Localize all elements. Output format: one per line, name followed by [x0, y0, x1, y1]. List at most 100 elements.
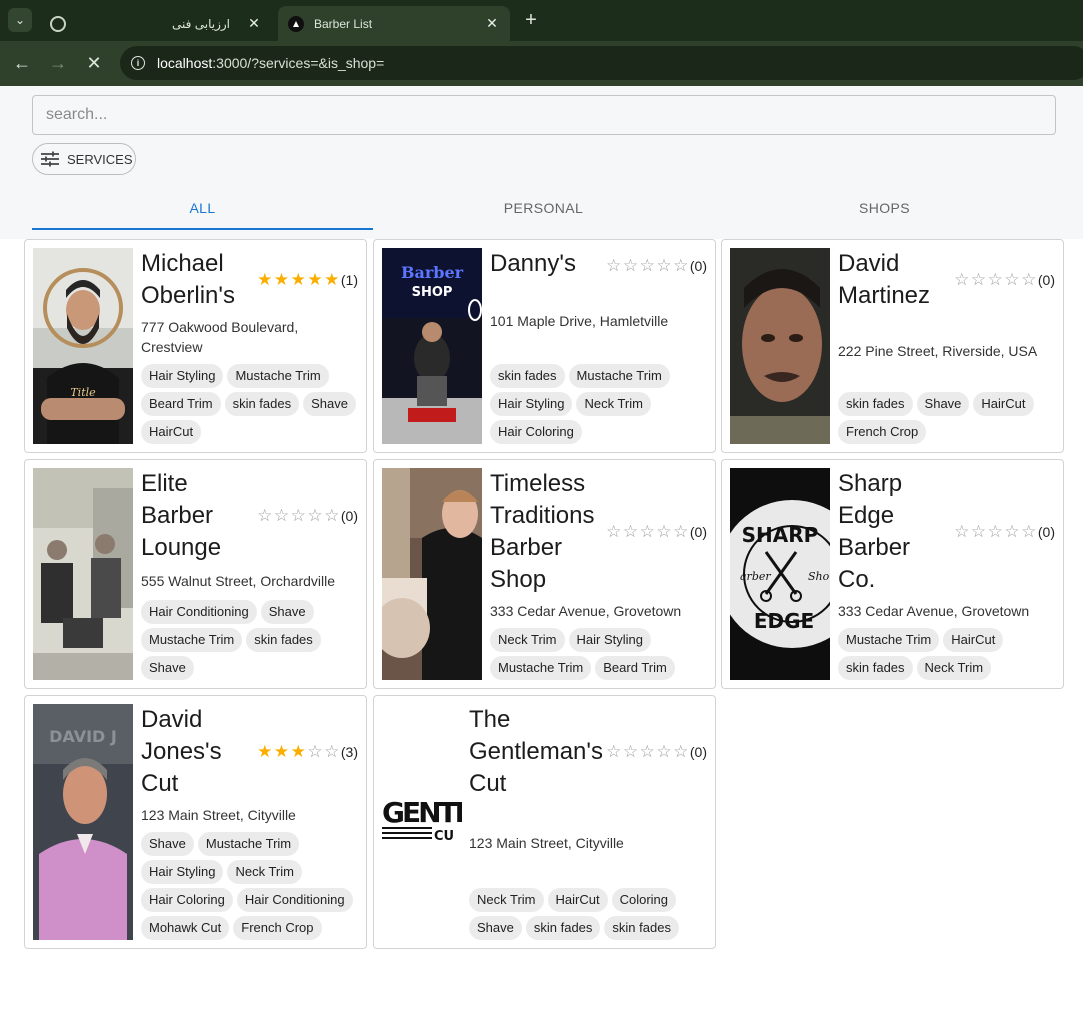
address-bar[interactable]: i localhost:3000/?services=&is_shop=: [120, 46, 1083, 80]
service-chip[interactable]: Hair Coloring: [141, 888, 233, 912]
barber-card[interactable]: Barber SHOP Danny's ☆ ☆ ☆ ☆ ☆ (0) 101 Maple D…: [373, 239, 716, 453]
service-chip[interactable]: Shave: [141, 832, 194, 856]
service-chip[interactable]: Shave: [260, 600, 314, 624]
star-empty-icon: ☆: [970, 522, 987, 541]
service-chip[interactable]: Mustache Trim: [141, 628, 243, 652]
service-chip[interactable]: Neck Trim: [227, 860, 302, 884]
close-icon[interactable]: ✕: [482, 15, 502, 32]
service-chip[interactable]: HairCut: [973, 392, 1034, 416]
service-chip[interactable]: Hair Styling: [568, 628, 651, 652]
service-chip[interactable]: Hair Styling: [141, 860, 224, 884]
tab-all[interactable]: ALL: [32, 190, 373, 232]
tab-search-chevron-icon[interactable]: ⌄: [8, 8, 32, 32]
services-filter-label: SERVICES: [67, 151, 133, 167]
service-chip[interactable]: skin fades: [224, 392, 300, 416]
barber-name[interactable]: Timeless Traditions Barber Shop: [490, 468, 600, 596]
barber-name[interactable]: David Martinez: [838, 248, 948, 312]
service-chip[interactable]: Hair Conditioning: [236, 888, 353, 912]
service-chip[interactable]: Mustache Trim: [197, 832, 300, 856]
service-chip[interactable]: Hair Coloring: [490, 420, 582, 444]
stop-loading-icon[interactable]: ✕: [82, 51, 106, 75]
site-info-icon[interactable]: i: [131, 56, 145, 70]
star-empty-icon: ☆: [1021, 270, 1037, 289]
browser-tab-inactive[interactable]: ارزیابی فنی ✕: [40, 6, 272, 41]
rating: ★ ★ ★ ☆ ☆ (3): [257, 743, 358, 760]
service-chip[interactable]: Mohawk Cut: [141, 916, 230, 940]
service-chip[interactable]: Beard Trim: [595, 656, 675, 680]
review-count: (0): [1037, 271, 1055, 288]
rating: ☆ ☆ ☆ ☆ ☆ (0): [606, 523, 707, 540]
search-input[interactable]: [32, 95, 1056, 135]
tab-title: Barber List: [314, 16, 373, 31]
barber-card[interactable]: DAVID J David Jones's Cut ★ ★ ★ ☆ ☆ (3) 123 M…: [24, 695, 367, 949]
star-empty-icon: ☆: [1004, 522, 1020, 541]
service-chip[interactable]: Shave: [141, 656, 194, 680]
star-empty-icon: ☆: [257, 506, 273, 525]
barber-card[interactable]: David Martinez ☆ ☆ ☆ ☆ ☆ (0) 222 Pine Street,…: [721, 239, 1064, 453]
service-chip[interactable]: Hair Styling: [490, 392, 573, 416]
service-chip[interactable]: Neck Trim: [469, 888, 544, 912]
service-chip[interactable]: Mustache Trim: [838, 628, 940, 652]
url-text[interactable]: localhost:3000/?services=&is_shop=: [157, 55, 384, 71]
barber-name[interactable]: The Gentleman's Cut: [469, 704, 604, 800]
browser-tab-active[interactable]: Barber List ✕: [278, 6, 510, 41]
service-chip[interactable]: Neck Trim: [916, 656, 992, 680]
service-chip[interactable]: Mustache Trim: [490, 656, 592, 680]
back-arrow-icon[interactable]: ←: [10, 51, 34, 75]
service-chip[interactable]: Shave: [469, 916, 522, 940]
service-chip[interactable]: French Crop: [233, 916, 322, 940]
new-tab-plus-icon[interactable]: +: [520, 9, 542, 31]
tab-personal[interactable]: PERSONAL: [373, 190, 714, 232]
service-chip[interactable]: Beard Trim: [141, 392, 221, 416]
barber-card[interactable]: Title Michael Oberlin's ★ ★ ★ ★ ★ (1) 777 Oak…: [24, 239, 367, 453]
barber-card[interactable]: GENTLEM CU The Gentleman's Cut ☆☆☆☆☆(0) …: [373, 695, 716, 949]
tab-shops[interactable]: SHOPS: [714, 190, 1055, 232]
barber-name[interactable]: Danny's: [490, 248, 600, 280]
service-chip[interactable]: French Crop: [838, 420, 927, 444]
barber-address: 222 Pine Street, Riverside, USA: [838, 343, 1038, 359]
service-chip[interactable]: skin fades: [490, 364, 565, 388]
service-chip[interactable]: Mustache Trim: [568, 364, 670, 388]
service-chip[interactable]: skin fades: [838, 656, 913, 680]
close-icon[interactable]: ✕: [244, 15, 264, 32]
service-chip[interactable]: HairCut: [943, 628, 1004, 652]
star-empty-icon: ☆: [987, 270, 1003, 289]
service-chip[interactable]: skin fades: [604, 916, 679, 940]
forward-arrow-icon[interactable]: →: [46, 51, 70, 75]
service-chip[interactable]: HairCut: [141, 420, 202, 444]
service-chip[interactable]: HairCut: [547, 888, 608, 912]
barber-card[interactable]: SHARP arber Sho EDGE Sharp Edge Barber C…: [721, 459, 1064, 689]
star-empty-icon: ☆: [1021, 522, 1037, 541]
star-empty-icon: ☆: [673, 742, 689, 761]
service-chip[interactable]: Neck Trim: [576, 392, 651, 416]
star-empty-icon: ☆: [954, 270, 970, 289]
service-chip[interactable]: Coloring: [611, 888, 676, 912]
barber-name[interactable]: Michael Oberlin's: [141, 248, 251, 312]
barber-address: 101 Maple Drive, Hamletville: [490, 313, 669, 329]
barber-name[interactable]: David Jones's Cut: [141, 704, 251, 800]
app-favicon-icon: [288, 15, 304, 32]
service-chip[interactable]: skin fades: [246, 628, 321, 652]
star-empty-icon: ☆: [639, 256, 655, 275]
review-count: (0): [1037, 523, 1055, 540]
service-chip[interactable]: Shave: [303, 392, 356, 416]
page-content: SERVICES ALL PERSONAL SHOPS Title Michae: [0, 86, 1083, 1033]
barber-name[interactable]: Elite Barber Lounge: [141, 468, 251, 564]
service-chips: Shave Mustache Trim Hair Styling Neck Trim H…: [141, 832, 363, 944]
star-filled-icon: ★: [273, 742, 290, 761]
service-chip[interactable]: Hair Conditioning: [141, 600, 257, 624]
star-empty-icon: ☆: [622, 256, 639, 275]
svg-text:Title: Title: [70, 386, 96, 399]
star-filled-icon: ★: [290, 270, 306, 289]
service-chip[interactable]: Shave: [916, 392, 970, 416]
barber-card[interactable]: Timeless Traditions Barber Shop ☆ ☆ ☆ ☆ ☆ (0)…: [373, 459, 716, 689]
service-chip[interactable]: Mustache Trim: [227, 364, 329, 388]
services-filter-button[interactable]: SERVICES: [32, 143, 136, 175]
service-chip[interactable]: skin fades: [838, 392, 913, 416]
service-chip[interactable]: skin fades: [525, 916, 601, 940]
star-empty-icon: ☆: [639, 522, 655, 541]
service-chip[interactable]: Neck Trim: [490, 628, 565, 652]
barber-card[interactable]: Elite Barber Lounge ☆ ☆ ☆ ☆ ☆ (0) 555 Walnut …: [24, 459, 367, 689]
service-chip[interactable]: Hair Styling: [141, 364, 224, 388]
barber-name[interactable]: Sharp Edge Barber Co.: [838, 468, 948, 596]
